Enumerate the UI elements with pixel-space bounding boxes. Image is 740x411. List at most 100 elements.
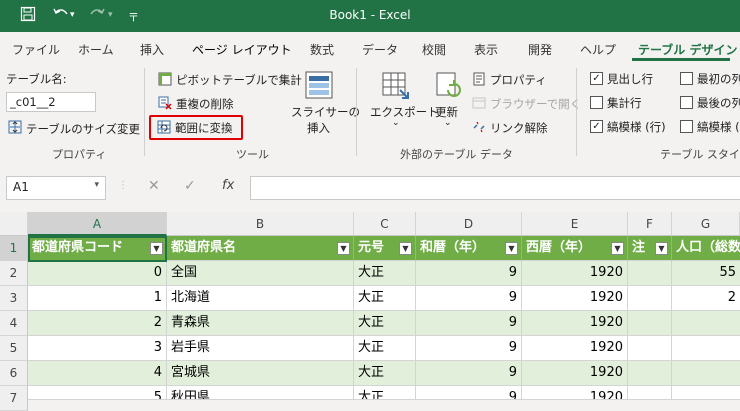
table-header-cell[interactable]: 都道府県名 ▼ <box>167 236 354 261</box>
insert-slicer-label-2[interactable]: 挿入 <box>307 120 330 136</box>
table-cell[interactable]: 青森県 <box>167 311 354 336</box>
table-cell[interactable]: 1920 <box>522 361 628 386</box>
column-header-e[interactable]: E <box>522 212 628 236</box>
table-cell[interactable]: 1920 <box>522 286 628 311</box>
open-in-browser-button[interactable]: ブラウザーで開く <box>490 96 581 112</box>
table-cell[interactable]: 1920 <box>522 311 628 336</box>
row-header[interactable]: 4 <box>0 311 28 336</box>
table-header-cell[interactable]: 西暦（年） ▼ <box>522 236 628 261</box>
table-cell[interactable]: 55 <box>672 261 740 286</box>
enter-icon[interactable]: ✓ <box>184 178 196 194</box>
cancel-icon[interactable]: ✕ <box>148 178 160 194</box>
name-box-dropdown-icon[interactable]: ▾ <box>94 180 99 190</box>
pivot-summarize-button[interactable]: ピボットテーブルで集計 <box>176 72 302 88</box>
table-cell[interactable]: 9 <box>416 261 522 286</box>
header-row-checkbox[interactable]: ✓ <box>590 72 603 85</box>
table-cell[interactable]: 全国 <box>167 261 354 286</box>
resize-table-button[interactable]: テーブルのサイズ変更 <box>26 121 140 137</box>
tab-help[interactable]: ヘルプ <box>580 41 616 58</box>
table-header-cell[interactable]: 人口（総数 <box>672 236 740 261</box>
row-header[interactable]: 3 <box>0 286 28 311</box>
table-cell[interactable]: 5 <box>28 386 167 400</box>
table-cell[interactable] <box>628 311 672 336</box>
insert-slicer-button[interactable]: スライサーの <box>291 104 360 120</box>
column-header-g[interactable]: G <box>672 212 740 236</box>
table-cell[interactable]: 1 <box>28 286 167 311</box>
table-cell[interactable] <box>672 386 740 400</box>
formula-bar-grip-icon[interactable]: ⋮ <box>118 180 128 191</box>
row-header[interactable]: 5 <box>0 336 28 361</box>
export-button[interactable]: エクスポート <box>370 104 439 120</box>
table-cell[interactable] <box>628 286 672 311</box>
filter-dropdown-icon[interactable]: ▼ <box>505 242 518 255</box>
table-cell[interactable]: 大正 <box>354 261 416 286</box>
banded-columns-checkbox[interactable] <box>680 120 693 133</box>
unlink-button[interactable]: リンク解除 <box>490 120 548 136</box>
refresh-dropdown-icon[interactable]: ⌄ <box>444 118 452 128</box>
filter-dropdown-icon[interactable]: ▼ <box>611 242 624 255</box>
tab-insert[interactable]: 挿入 <box>140 41 164 58</box>
table-cell[interactable]: 大正 <box>354 336 416 361</box>
table-cell[interactable]: 9 <box>416 336 522 361</box>
name-box[interactable]: A1 ▾ <box>6 176 106 200</box>
table-cell[interactable]: 大正 <box>354 361 416 386</box>
row-header[interactable]: 2 <box>0 261 28 286</box>
export-dropdown-icon[interactable]: ⌄ <box>392 118 400 128</box>
table-cell[interactable]: 2 <box>672 286 740 311</box>
insert-function-icon[interactable]: fx <box>222 178 234 193</box>
table-cell[interactable] <box>628 361 672 386</box>
tab-page-layout[interactable]: ページ レイアウト <box>192 41 292 58</box>
table-cell[interactable]: 大正 <box>354 286 416 311</box>
column-header-a[interactable]: A <box>28 212 167 236</box>
last-column-checkbox[interactable] <box>680 96 693 109</box>
table-cell[interactable]: 2 <box>28 311 167 336</box>
table-cell[interactable]: 大正 <box>354 386 416 400</box>
tab-view[interactable]: 表示 <box>474 41 498 58</box>
table-cell[interactable]: 1920 <box>522 386 628 400</box>
table-cell[interactable] <box>672 336 740 361</box>
table-cell[interactable]: 4 <box>28 361 167 386</box>
table-cell[interactable]: 1920 <box>522 336 628 361</box>
table-cell[interactable]: 岩手県 <box>167 336 354 361</box>
table-cell[interactable] <box>672 361 740 386</box>
filter-dropdown-icon[interactable]: ▼ <box>655 242 668 255</box>
row-header[interactable]: 1 <box>0 236 28 261</box>
table-cell[interactable]: 3 <box>28 336 167 361</box>
formula-input[interactable] <box>250 176 740 200</box>
tab-home[interactable]: ホーム <box>78 41 114 58</box>
remove-duplicates-button[interactable]: 重複の削除 <box>176 96 234 112</box>
table-cell[interactable] <box>628 336 672 361</box>
column-header-d[interactable]: D <box>416 212 522 236</box>
column-header-f[interactable]: F <box>628 212 672 236</box>
table-cell[interactable] <box>628 386 672 400</box>
table-header-cell[interactable]: 和暦（年） ▼ <box>416 236 522 261</box>
tab-developer[interactable]: 開発 <box>528 41 552 58</box>
tab-file[interactable]: ファイル <box>12 41 60 58</box>
external-properties-button[interactable]: プロパティ <box>490 72 547 88</box>
tab-data[interactable]: データ <box>362 41 398 58</box>
table-name-input[interactable]: _c01__2 <box>6 92 96 112</box>
tab-table-design[interactable]: テーブル デザイン <box>638 41 737 58</box>
table-header-cell[interactable]: 元号 ▼ <box>354 236 416 261</box>
column-header-b[interactable]: B <box>167 212 354 236</box>
filter-dropdown-icon[interactable]: ▼ <box>337 242 350 255</box>
table-cell[interactable]: 1920 <box>522 261 628 286</box>
tab-formulas[interactable]: 数式 <box>310 41 334 58</box>
table-cell[interactable]: 北海道 <box>167 286 354 311</box>
filter-dropdown-icon[interactable]: ▼ <box>399 242 412 255</box>
table-cell[interactable]: 秋田県 <box>167 386 354 400</box>
table-cell[interactable] <box>628 261 672 286</box>
table-cell[interactable]: 9 <box>416 361 522 386</box>
select-all-corner[interactable] <box>0 212 28 236</box>
table-cell[interactable]: 大正 <box>354 311 416 336</box>
tab-review[interactable]: 校閲 <box>422 41 446 58</box>
table-cell[interactable]: 宮城県 <box>167 361 354 386</box>
table-cell[interactable]: 9 <box>416 311 522 336</box>
table-cell[interactable]: 9 <box>416 286 522 311</box>
row-header[interactable]: 6 <box>0 361 28 386</box>
first-column-checkbox[interactable] <box>680 72 693 85</box>
column-header-c[interactable]: C <box>354 212 416 236</box>
table-cell[interactable]: 0 <box>28 261 167 286</box>
table-header-cell[interactable]: 注 ▼ <box>628 236 672 261</box>
table-cell[interactable]: 9 <box>416 386 522 400</box>
